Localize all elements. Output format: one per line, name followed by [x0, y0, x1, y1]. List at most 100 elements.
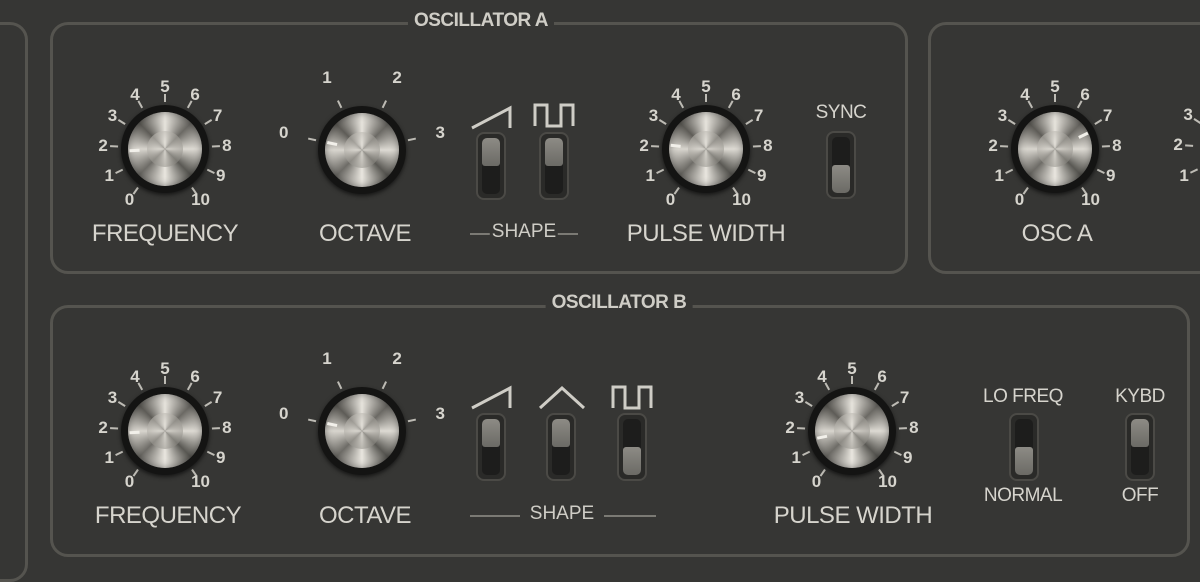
knob-scale-number: 10	[191, 472, 210, 492]
knob-scale-number: 0	[125, 190, 134, 210]
knob-tick	[212, 427, 220, 429]
knob-tick	[110, 145, 118, 147]
knob-scale-number: 3	[998, 106, 1007, 126]
knob-scale-number: 6	[190, 367, 199, 387]
knob-cap[interactable]	[669, 112, 743, 186]
knob-scale-number: 8	[222, 136, 231, 156]
osc-b-triangle-switch[interactable]	[546, 413, 576, 481]
knob-scale-number: 0	[125, 472, 134, 492]
osc-a-level-label: OSC A	[1022, 220, 1093, 248]
knob-scale-number: 7	[900, 388, 909, 408]
knob-scale-number: 6	[190, 85, 199, 105]
knob-scale-number: 1	[322, 68, 331, 88]
oscillator-a-title: OSCILLATOR A	[408, 10, 554, 32]
knob-scale-number: 1	[995, 166, 1004, 186]
knob-scale-number: 2	[392, 349, 401, 369]
knob-scale-number: 3	[795, 388, 804, 408]
lo-freq-label: LO FREQ	[983, 386, 1063, 408]
knob-scale-number: 6	[877, 367, 886, 387]
knob-tick	[753, 145, 761, 147]
knob-scale-number: 1	[105, 448, 114, 468]
knob-scale-number: 2	[785, 418, 794, 438]
knob-scale-number: 5	[701, 77, 710, 97]
knob-tick	[212, 145, 220, 147]
knob-scale-number: 8	[763, 136, 772, 156]
knob-scale-number: 5	[847, 359, 856, 379]
knob-cap[interactable]	[1018, 112, 1092, 186]
knob-scale-number: 7	[1103, 106, 1112, 126]
osc-b-pulse-width-label: PULSE WIDTH	[774, 502, 933, 530]
knob-tick	[899, 427, 907, 429]
knob-scale-number: 9	[1106, 166, 1115, 186]
knob-scale-number: 5	[160, 359, 169, 379]
sync-label: SYNC	[816, 102, 867, 124]
osc-a-frequency-label: FREQUENCY	[92, 220, 238, 248]
lo-freq-switch[interactable]	[1009, 413, 1039, 481]
knob-scale-number: 0	[279, 123, 288, 143]
knob-scale-number: 4	[130, 367, 139, 387]
knob-scale-number: 0	[812, 472, 821, 492]
knob-scale-number: 9	[903, 448, 912, 468]
knob-scale-number: 4	[817, 367, 826, 387]
knob-tick	[1000, 145, 1008, 147]
knob-scale-number: 1	[792, 448, 801, 468]
sawtooth-wave-icon	[470, 104, 514, 130]
knob-pointer	[129, 149, 139, 152]
knob-cap[interactable]	[815, 394, 889, 468]
knob-scale-number: 2	[98, 418, 107, 438]
sawtooth-wave-icon	[470, 384, 514, 410]
knob-scale-number: 10	[878, 472, 897, 492]
oscillator-b-title: OSCILLATOR B	[546, 292, 693, 314]
knob-scale-number: 3	[649, 106, 658, 126]
knob-scale-number: 0	[1015, 190, 1024, 210]
osc-b-shape-label: SHAPE	[530, 503, 594, 525]
knob-scale-number: 9	[216, 166, 225, 186]
knob-tick	[1102, 145, 1110, 147]
knob-scale-number: 6	[731, 85, 740, 105]
knob-scale-number: 6	[1080, 85, 1089, 105]
knob-scale-number: 3	[436, 404, 445, 424]
knob-scale-number: 2	[392, 68, 401, 88]
osc-a-sawtooth-switch[interactable]	[476, 132, 506, 200]
knob-scale-number: 10	[1081, 190, 1100, 210]
osc-b-shape-line-right	[604, 515, 656, 517]
knob-scale-number: 0	[279, 404, 288, 424]
osc-a-octave-label: OCTAVE	[319, 220, 411, 248]
knob-scale-number: 2	[988, 136, 997, 156]
knob-scale-number: 9	[216, 448, 225, 468]
osc-b-octave-label: OCTAVE	[319, 502, 411, 530]
knob-scale-number: 5	[160, 77, 169, 97]
osc-b-square-switch[interactable]	[617, 413, 647, 481]
kybd-switch[interactable]	[1125, 413, 1155, 481]
knob-scale-number: 10	[732, 190, 751, 210]
knob-scale-number: 1	[322, 349, 331, 369]
knob-scale-number: 1	[646, 166, 655, 186]
osc-b-sawtooth-switch[interactable]	[476, 413, 506, 481]
knob-scale-number: 9	[757, 166, 766, 186]
knob-cap[interactable]	[325, 113, 399, 187]
knob-scale-number: 1	[105, 166, 114, 186]
knob-cap[interactable]	[325, 394, 399, 468]
osc-b-frequency-label: FREQUENCY	[95, 502, 241, 530]
knob-scale-number: 10	[191, 190, 210, 210]
knob-scale-number: 8	[222, 418, 231, 438]
sync-switch[interactable]	[826, 131, 856, 199]
knob-scale-number: 3	[108, 106, 117, 126]
osc-a-pulse-width-label: PULSE WIDTH	[627, 220, 786, 248]
osc-a-square-switch[interactable]	[539, 132, 569, 200]
triangle-wave-icon	[538, 384, 586, 410]
knob-scale-number: 0	[666, 190, 675, 210]
knob-scale-number: 3	[1183, 105, 1192, 125]
knob-scale-number: 4	[130, 85, 139, 105]
knob-scale-number: 7	[213, 106, 222, 126]
left-panel-edge	[0, 22, 28, 582]
knob-tick	[797, 427, 805, 429]
knob-scale-number: 2	[639, 136, 648, 156]
knob-scale-number: 4	[1020, 85, 1029, 105]
knob-scale-number: 5	[1050, 77, 1059, 97]
knob-scale-number: 8	[909, 418, 918, 438]
knob-scale-number: 1	[1179, 166, 1188, 186]
knob-pointer	[129, 431, 139, 434]
knob-scale-number: 7	[754, 106, 763, 126]
knob-scale-number: 2	[1173, 135, 1182, 155]
